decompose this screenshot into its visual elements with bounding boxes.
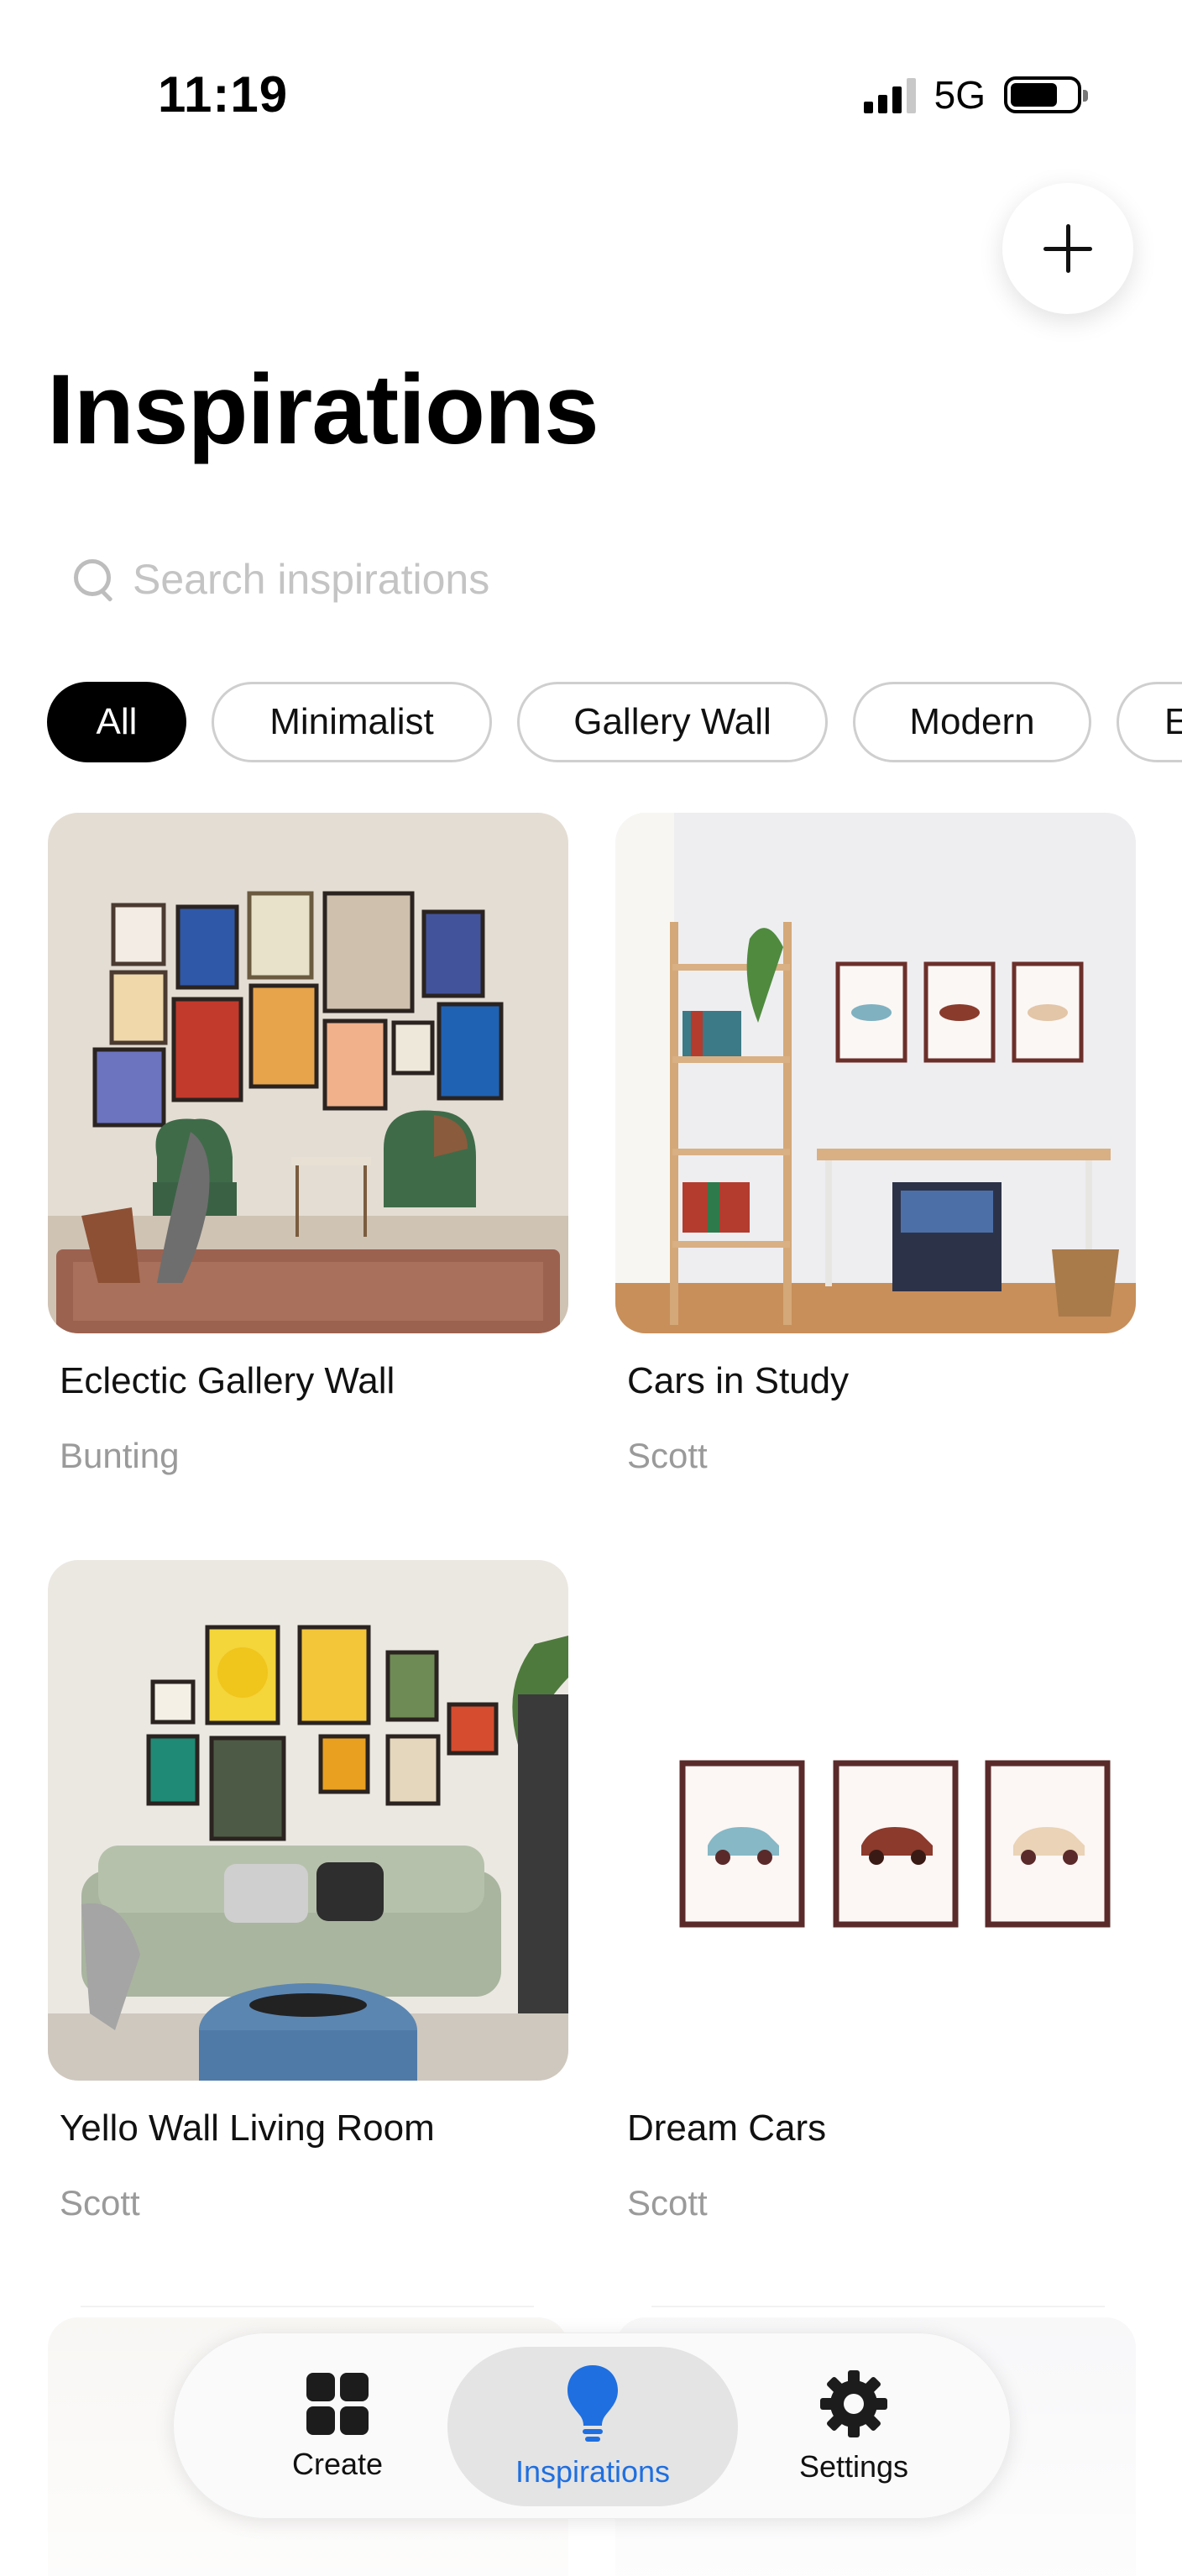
gear-icon: [820, 2370, 887, 2437]
filter-chips: All Minimalist Gallery Wall Modern E: [47, 682, 1182, 766]
lightbulb-icon: [567, 2365, 618, 2442]
tab-inspirations[interactable]: Inspirations: [447, 2347, 738, 2506]
card-author: Scott: [627, 1436, 708, 1475]
card-title: Yello Wall Living Room: [60, 2107, 435, 2149]
battery-icon: [1004, 76, 1088, 113]
card-title: Dream Cars: [627, 2107, 827, 2149]
network-label: 5G: [934, 73, 986, 117]
tab-settings-label: Settings: [798, 2449, 909, 2484]
filter-chip-minimalist[interactable]: Minimalist: [212, 682, 492, 762]
bottom-tab-bar: Create Inspirations Settings: [173, 2333, 1011, 2519]
card-image: [615, 813, 1136, 1333]
status-time: 11:19: [158, 66, 289, 123]
filter-chip-modern[interactable]: Modern: [853, 682, 1091, 762]
inspiration-card-dream-cars[interactable]: Dream Cars Scott: [615, 1560, 1136, 2223]
filter-chip-e[interactable]: E: [1117, 682, 1182, 762]
page-title: Inspirations: [47, 354, 599, 465]
card-title: Cars in Study: [627, 1360, 850, 1401]
search-input[interactable]: [133, 555, 1056, 604]
card-author: Bunting: [60, 1436, 180, 1475]
card-image: [615, 1560, 1136, 2081]
tab-create-label: Create: [291, 2447, 384, 2481]
search-icon: [72, 558, 116, 601]
inspiration-card-eclectic-gallery-wall[interactable]: Eclectic Gallery Wall Bunting: [48, 813, 568, 1475]
card-author: Scott: [60, 2183, 140, 2223]
tab-settings[interactable]: Settings: [745, 2333, 963, 2520]
card-title: Eclectic Gallery Wall: [60, 1360, 395, 1401]
signal-icon: [863, 76, 916, 113]
filter-chip-gallery-wall[interactable]: Gallery Wall: [517, 682, 828, 762]
inspiration-card-cars-in-study[interactable]: Cars in Study Scott: [615, 813, 1136, 1475]
card-author: Scott: [627, 2183, 708, 2223]
plus-icon: [1043, 224, 1092, 273]
grid-icon: [306, 2373, 369, 2435]
filter-chip-all[interactable]: All: [47, 682, 186, 762]
tab-create[interactable]: Create: [233, 2333, 442, 2520]
card-image: [48, 813, 568, 1333]
status-bar: 11:19 5G: [0, 0, 1182, 168]
search-bar[interactable]: [47, 537, 1135, 621]
tab-inspirations-label: Inspirations: [515, 2454, 671, 2489]
add-inspiration-button[interactable]: [1002, 183, 1133, 314]
status-indicators: 5G: [863, 72, 1088, 118]
card-image: [48, 1560, 568, 2081]
inspiration-card-yello-wall-living-room[interactable]: Yello Wall Living Room Scott: [48, 1560, 568, 2223]
